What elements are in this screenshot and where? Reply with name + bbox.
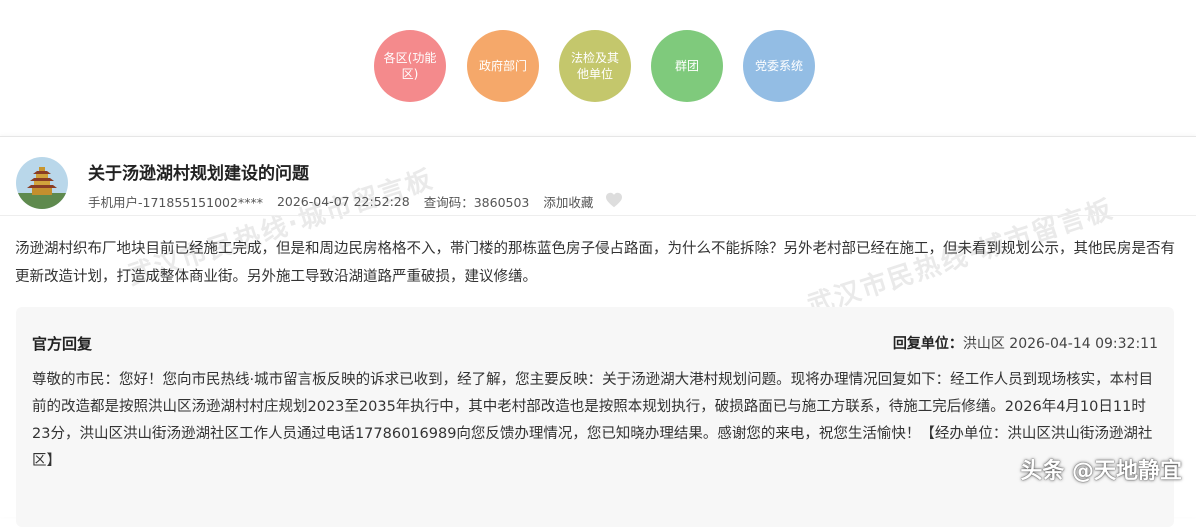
nav-government-departments-label: 政府部门 [478,59,527,73]
reply-heading: 官方回复 [32,335,93,353]
nav-courts-and-others-label: 法检及其他单位 [570,51,619,81]
reply-unit-label: 回复单位： [892,336,963,352]
category-nav: 各区(功能区) 政府部门 法检及其他单位 群团 党委系统 [0,30,1196,102]
nav-mass-organizations-label: 群团 [674,59,699,73]
reply-datetime: 2026-04-14 09:32:11 [1009,336,1158,352]
nav-party-system-label: 党委系统 [754,59,803,73]
post-user: 手机用户-171855151002**** [88,195,263,210]
post-meta: 手机用户-171855151002**** 2026-04-07 22:52:2… [88,192,623,211]
divider [0,215,1196,216]
official-reply: 官方回复 回复单位：洪山区 2026-04-14 09:32:11 尊敬的市民：… [16,307,1174,527]
reply-unit: 洪山区 [962,336,1005,352]
add-favorite-link[interactable]: 添加收藏 [543,192,593,211]
nav-courts-and-others[interactable]: 法检及其他单位 [559,30,631,102]
post-title: 关于汤逊湖村规划建设的问题 [88,164,309,184]
source-watermark: 头条 @天地静宜 [1020,459,1182,484]
nav-party-system[interactable]: 党委系统 [743,30,815,102]
avatar [16,157,68,209]
pagoda-image [16,157,68,209]
reply-content: 尊敬的市民：您好！您向市民热线·城市留言板反映的诉求已收到，经了解，您主要反映：… [32,372,1154,469]
nav-government-departments[interactable]: 政府部门 [467,30,539,102]
heart-icon[interactable] [605,192,623,211]
reply-info: 回复单位：洪山区 2026-04-14 09:32:11 [893,333,1158,353]
post-content: 汤逊湖村织布厂地块目前已经施工完成，但是和周边民房格格不入，帯门楼的那栋蓝色房子… [15,241,1175,285]
nav-districts-label: 各区(功能区) [383,51,437,81]
message-card: 武汉市民热线·城市留言板 武汉市民热线·城市留言板 关于汤逊湖村规划建设的问题 … [0,136,1196,527]
nav-mass-organizations[interactable]: 群团 [651,30,723,102]
post-datetime: 2026-04-07 22:52:28 [276,194,410,209]
post-query-code: 查询码：3860503 [423,195,530,210]
nav-districts[interactable]: 各区(功能区) [374,30,446,102]
